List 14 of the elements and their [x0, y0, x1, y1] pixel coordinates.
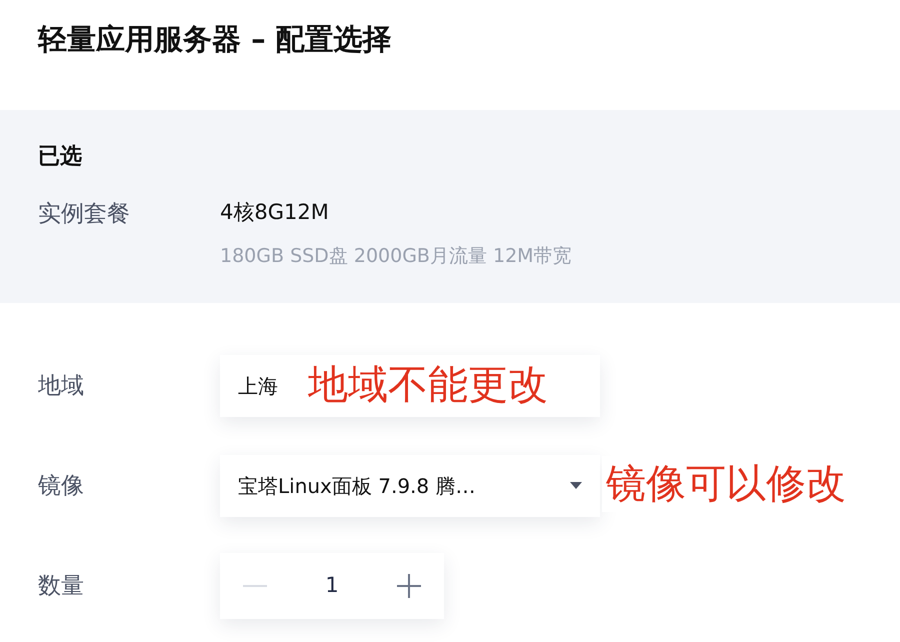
plus-icon — [397, 574, 421, 598]
dropdown[interactable]: 宝塔Linux面板 7.9.8 腾… — [220, 454, 600, 517]
section-heading: 已选 — [38, 142, 83, 171]
quantity-field[interactable]: 1 — [290, 552, 374, 619]
field-label: 地域 — [38, 372, 85, 401]
plan-name: 4核8G12M — [220, 198, 330, 226]
plus-button[interactable] — [374, 552, 444, 619]
minus-icon — [243, 584, 267, 587]
field-label: 镜像 — [38, 472, 85, 501]
page-title: 轻量应用服务器 – 配置选择 — [38, 22, 393, 57]
field-label: 实例套餐 — [38, 200, 131, 229]
field-label: 数量 — [38, 572, 85, 601]
caret-icon — [570, 482, 582, 490]
plan-specs: 180GB SSD盘 2000GB月流量 12M带宽 — [220, 244, 572, 270]
